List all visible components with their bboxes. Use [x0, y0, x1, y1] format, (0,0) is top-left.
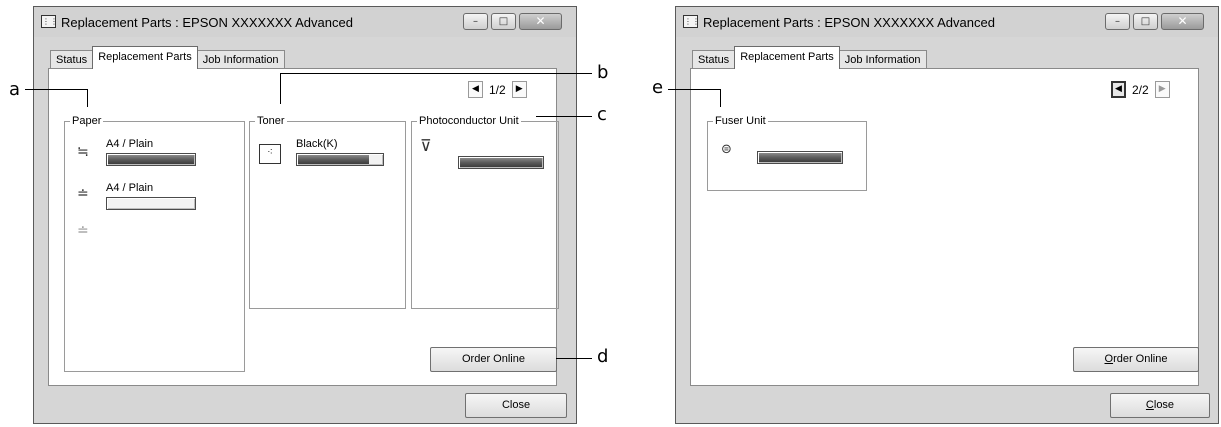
close-window-button[interactable]: ✕ [519, 13, 562, 30]
callout-a-line [25, 89, 87, 90]
callout-c-line [536, 116, 592, 117]
callout-e-line [668, 89, 720, 90]
drum-icon: ⊽ [420, 136, 432, 155]
callout-d-line [556, 358, 592, 359]
tab-status[interactable]: Status [50, 50, 94, 69]
tray-2-icon: ≐ [77, 223, 89, 239]
order-online-mnemonic: O [1104, 353, 1114, 365]
order-online-button[interactable]: Order Online [1073, 347, 1199, 372]
photoconductor-level-fill [460, 158, 542, 167]
tab-replacement-parts[interactable]: Replacement Parts [92, 46, 198, 69]
page-navigator: ◀ 1/2 ▶ [468, 81, 527, 98]
tray-mp-level-bar [106, 153, 196, 166]
toner-icon: ⁖ [259, 144, 281, 164]
tab-strip: Status Replacement Parts Job Information [692, 46, 927, 69]
page-indicator: 1/2 [489, 82, 506, 97]
order-online-button[interactable]: Order Online [430, 347, 557, 372]
minimize-button[interactable]: – [1105, 13, 1130, 30]
close-window-button[interactable]: ✕ [1161, 13, 1204, 30]
order-online-label: rder Online [1113, 353, 1168, 365]
replacement-parts-window-page1: ⋮⋮ Replacement Parts : EPSON XXXXXXX Adv… [33, 6, 577, 424]
tray-1-icon: ≐ [77, 186, 89, 202]
tab-status[interactable]: Status [692, 50, 736, 69]
toner-group-label: Toner [255, 114, 287, 128]
tray-mp-level-fill [108, 155, 194, 164]
toner-level-bar [296, 153, 384, 166]
tab-replacement-parts[interactable]: Replacement Parts [734, 46, 840, 69]
close-mnemonic: C [1145, 399, 1154, 411]
tray-mp-label: A4 / Plain [106, 138, 154, 150]
tray-icon: ≒ [77, 144, 89, 160]
page-indicator: 2/2 [1132, 82, 1149, 97]
callout-b-tick [280, 73, 281, 104]
paper-group-label: Paper [70, 114, 104, 128]
next-page-button[interactable]: ▶ [511, 81, 527, 98]
maximize-button[interactable]: □ [1133, 13, 1158, 30]
previous-page-button[interactable]: ◀ [468, 81, 483, 98]
close-button[interactable]: Close [1110, 393, 1210, 418]
callout-a: a [9, 79, 21, 100]
photoconductor-group-label: Photoconductor Unit [417, 114, 521, 128]
tab-panel: ◀ 1/2 ▶ Paper ≒ A4 / Plain ≐ A4 / Plain … [48, 68, 559, 386]
printer-icon: ⋮⋮ [683, 15, 700, 28]
callout-c: c [597, 104, 607, 125]
maximize-button[interactable]: □ [491, 13, 516, 30]
callout-d: d [597, 346, 609, 367]
window-title: Replacement Parts : EPSON XXXXXXX Advanc… [61, 15, 353, 30]
fuser-level-fill [759, 153, 841, 162]
fuser-group: Fuser Unit ⊜ [707, 114, 867, 191]
callout-b-line [280, 73, 592, 74]
fuser-level-bar [757, 151, 843, 164]
paper-group: Paper ≒ A4 / Plain ≐ A4 / Plain ≐ [64, 114, 245, 372]
toner-color-label: Black(K) [296, 138, 338, 150]
title-bar[interactable]: ⋮⋮ Replacement Parts : EPSON XXXXXXX Adv… [676, 7, 1218, 37]
printer-icon: ⋮⋮ [41, 15, 58, 28]
page-navigator: ◀ 2/2 ▶ [1111, 81, 1170, 98]
tray-1-level-bar [106, 197, 196, 210]
photoconductor-group: Photoconductor Unit ⊽ [411, 114, 559, 309]
minimize-button[interactable]: – [463, 13, 488, 30]
tab-job-information[interactable]: Job Information [196, 50, 285, 69]
tab-job-information[interactable]: Job Information [838, 50, 927, 69]
fuser-group-label: Fuser Unit [713, 114, 768, 128]
previous-page-button[interactable]: ◀ [1111, 81, 1126, 98]
tab-strip: Status Replacement Parts Job Information [50, 46, 285, 69]
fuser-icon: ⊜ [721, 142, 732, 157]
toner-level-fill [298, 155, 369, 164]
title-bar[interactable]: ⋮⋮ Replacement Parts : EPSON XXXXXXX Adv… [34, 7, 576, 37]
callout-e: e [652, 77, 664, 98]
callout-a-tick [87, 89, 88, 107]
photoconductor-level-bar [458, 156, 544, 169]
tab-panel: ◀ 2/2 ▶ Fuser Unit ⊜ Order Online [690, 68, 1199, 386]
close-label: lose [1153, 399, 1175, 411]
callout-e-tick [720, 89, 721, 107]
tray-1-label: A4 / Plain [106, 182, 154, 194]
replacement-parts-window-page2: ⋮⋮ Replacement Parts : EPSON XXXXXXX Adv… [675, 6, 1219, 424]
window-title: Replacement Parts : EPSON XXXXXXX Advanc… [703, 15, 995, 30]
callout-b: b [597, 62, 609, 83]
toner-group: Toner ⁖ Black(K) [249, 114, 406, 309]
close-button[interactable]: Close [465, 393, 567, 418]
next-page-button[interactable]: ▶ [1154, 81, 1170, 98]
